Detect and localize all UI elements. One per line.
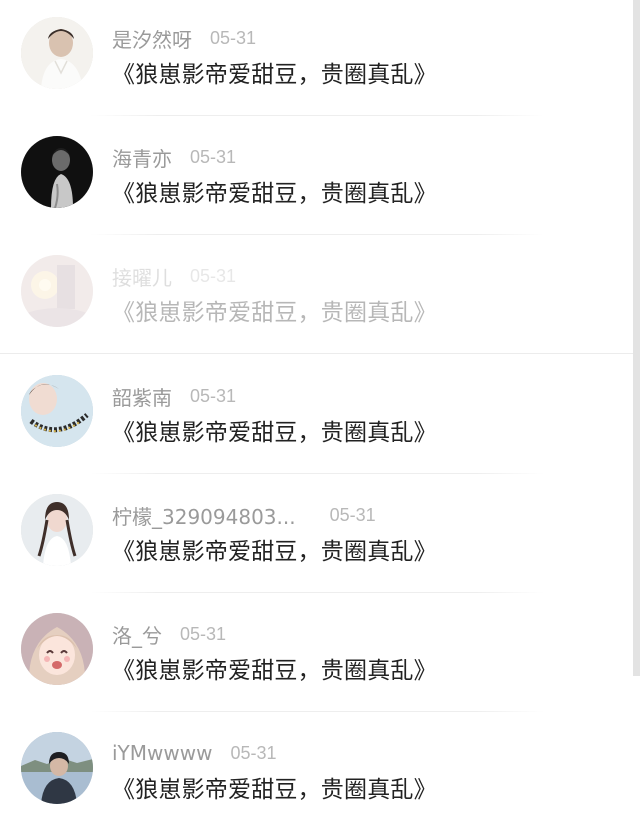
comment-item[interactable]: 柠檬_329094803... 05-31 《狼崽影帝爱甜豆，贵圈真乱》 — [0, 477, 632, 596]
username[interactable]: 海青亦 — [112, 143, 172, 172]
avatar-image — [21, 375, 93, 447]
comment-date: 05-31 — [329, 504, 376, 525]
comment-meta: 是汐然呀 05-31 — [112, 24, 256, 52]
avatar-image — [21, 613, 93, 685]
comment-date: 05-31 — [180, 623, 227, 644]
username[interactable]: iYMwwww — [112, 741, 212, 765]
comment-date: 05-31 — [190, 385, 237, 406]
comment-item[interactable]: 韶紫南 05-31 《狼崽影帝爱甜豆，贵圈真乱》 — [0, 358, 632, 477]
user-avatar[interactable] — [21, 732, 93, 804]
divider — [90, 592, 544, 593]
username[interactable]: 洛_兮 — [112, 620, 162, 649]
user-avatar[interactable] — [21, 494, 93, 566]
comment-text: 《狼崽影帝爱甜豆，贵圈真乱》 — [112, 181, 437, 207]
comment-meta: iYMwwww 05-31 — [112, 739, 277, 767]
user-avatar[interactable] — [21, 17, 93, 89]
comment-text: 《狼崽影帝爱甜豆，贵圈真乱》 — [112, 658, 437, 684]
user-avatar[interactable] — [21, 375, 93, 447]
section-divider — [0, 353, 640, 354]
comment-item[interactable]: 是汐然呀 05-31 《狼崽影帝爱甜豆，贵圈真乱》 — [0, 0, 632, 119]
comment-item[interactable]: 海青亦 05-31 《狼崽影帝爱甜豆，贵圈真乱》 — [0, 119, 632, 238]
user-avatar[interactable] — [21, 136, 93, 208]
comment-item[interactable]: 洛_兮 05-31 《狼崽影帝爱甜豆，贵圈真乱》 — [0, 596, 632, 715]
comment-meta: 接曜儿 05-31 — [112, 262, 236, 290]
comment-meta: 洛_兮 05-31 — [112, 620, 226, 648]
username[interactable]: 接曜儿 — [112, 262, 172, 291]
comment-text: 《狼崽影帝爱甜豆，贵圈真乱》 — [112, 777, 437, 803]
divider — [90, 115, 544, 116]
username[interactable]: 是汐然呀 — [112, 24, 192, 53]
comment-text: 《狼崽影帝爱甜豆，贵圈真乱》 — [112, 300, 437, 326]
user-avatar[interactable] — [21, 255, 93, 327]
avatar-image — [21, 255, 93, 327]
avatar-image — [21, 494, 93, 566]
comment-list: 是汐然呀 05-31 《狼崽影帝爱甜豆，贵圈真乱》 海青亦 05-31 《狼崽影… — [0, 0, 640, 825]
comment-text: 《狼崽影帝爱甜豆，贵圈真乱》 — [112, 62, 437, 88]
divider — [90, 711, 544, 712]
comment-text: 《狼崽影帝爱甜豆，贵圈真乱》 — [112, 420, 437, 446]
avatar-image — [21, 17, 93, 89]
comment-meta: 海青亦 05-31 — [112, 143, 236, 171]
comment-date: 05-31 — [190, 146, 237, 167]
comment-date: 05-31 — [190, 265, 237, 286]
username[interactable]: 柠檬_329094803... — [112, 501, 296, 530]
username[interactable]: 韶紫南 — [112, 382, 172, 411]
comment-meta: 柠檬_329094803... 05-31 — [112, 501, 376, 529]
scrollbar[interactable] — [633, 0, 640, 676]
divider — [90, 473, 544, 474]
comment-item[interactable]: iYMwwww 05-31 《狼崽影帝爱甜豆，贵圈真乱》 — [0, 715, 632, 834]
comment-item[interactable]: 接曜儿 05-31 《狼崽影帝爱甜豆，贵圈真乱》 — [0, 238, 632, 357]
user-avatar[interactable] — [21, 613, 93, 685]
divider — [90, 234, 544, 235]
comment-date: 05-31 — [210, 27, 257, 48]
avatar-image — [21, 732, 93, 804]
comment-meta: 韶紫南 05-31 — [112, 382, 236, 410]
comment-date: 05-31 — [230, 742, 277, 763]
comment-text: 《狼崽影帝爱甜豆，贵圈真乱》 — [112, 539, 437, 565]
avatar-image — [21, 136, 93, 208]
